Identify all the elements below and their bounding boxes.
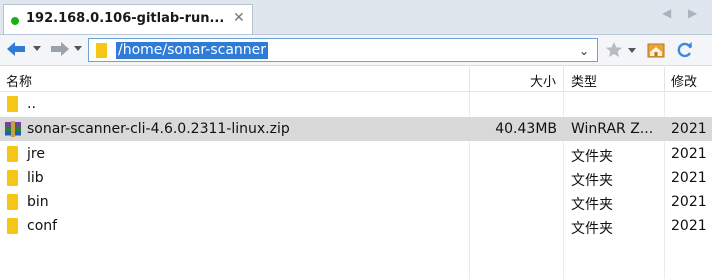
address-toolbar: /home/sonar-scanner ⌄	[0, 35, 712, 66]
address-field[interactable]: /home/sonar-scanner ⌄	[88, 38, 598, 62]
tab-prev-icon[interactable]: ◀	[662, 6, 671, 20]
file-modified: 2021	[671, 218, 707, 234]
connection-status-icon	[11, 17, 19, 25]
list-item-zip-file[interactable]: sonar-scanner-cli-4.6.0.2311-linux.zip 4…	[0, 117, 712, 141]
list-item-bin[interactable]: bin 文件夹 2021	[0, 190, 712, 214]
file-name: conf	[27, 218, 58, 234]
list-item-jre[interactable]: jre 文件夹 2021	[0, 142, 712, 166]
file-type: 文件夹	[571, 149, 613, 165]
file-name: bin	[27, 194, 49, 210]
file-modified: 2021	[671, 146, 707, 162]
address-input[interactable]: /home/sonar-scanner	[116, 42, 269, 59]
file-type: WinRAR Z...	[571, 121, 654, 137]
forward-button[interactable]	[49, 38, 85, 60]
back-button[interactable]	[5, 38, 43, 60]
tab-bar: 192.168.0.106-gitlab-run... ✕ ◀ ▶	[0, 0, 712, 35]
file-name: ..	[27, 96, 36, 112]
file-type: 文件夹	[571, 221, 613, 237]
folder-icon	[7, 194, 18, 210]
column-divider[interactable]	[469, 67, 470, 91]
file-type: 文件夹	[571, 173, 613, 189]
file-modified: 2021	[671, 194, 707, 210]
forward-arrow-icon	[51, 42, 69, 56]
column-header-name[interactable]: 名称	[6, 71, 32, 90]
winrar-archive-icon	[5, 121, 21, 137]
file-modified: 2021	[671, 121, 707, 137]
list-item-lib[interactable]: lib 文件夹 2021	[0, 166, 712, 190]
file-type: 文件夹	[571, 197, 613, 213]
tab-title: 192.168.0.106-gitlab-run...	[26, 11, 225, 26]
folder-icon	[96, 43, 107, 58]
file-name: jre	[27, 146, 45, 162]
close-icon[interactable]: ✕	[233, 10, 245, 26]
back-dropdown-icon	[33, 46, 41, 51]
column-divider[interactable]	[664, 67, 665, 91]
column-header-type[interactable]: 类型	[571, 71, 597, 90]
chevron-down-icon[interactable]: ⌄	[579, 44, 589, 58]
column-divider[interactable]	[563, 67, 564, 91]
column-header-row: 名称 大小 类型 修改	[0, 67, 712, 92]
folder-icon	[7, 146, 18, 162]
file-modified: 2021	[671, 170, 707, 186]
folder-icon	[7, 218, 18, 234]
back-arrow-icon	[7, 42, 25, 56]
home-icon[interactable]	[646, 40, 666, 60]
file-name: lib	[27, 170, 44, 186]
list-item-conf[interactable]: conf 文件夹 2021	[0, 214, 712, 238]
tab-next-icon[interactable]: ▶	[688, 6, 697, 20]
folder-icon	[7, 96, 18, 112]
folder-icon	[7, 170, 18, 186]
column-header-size[interactable]: 大小	[530, 71, 556, 90]
bookmark-dropdown-icon[interactable]	[628, 48, 636, 53]
star-icon[interactable]	[604, 40, 624, 60]
file-name: sonar-scanner-cli-4.6.0.2311-linux.zip	[27, 121, 290, 137]
column-header-modified[interactable]: 修改	[671, 71, 697, 90]
refresh-icon[interactable]	[675, 40, 695, 60]
list-item-parent-dir[interactable]: ..	[0, 92, 712, 116]
file-size: 40.43MB	[495, 121, 557, 137]
forward-dropdown-icon	[74, 46, 82, 51]
file-list: .. sonar-scanner-cli-4.6.0.2311-linux.zi…	[0, 92, 712, 279]
session-tab[interactable]: 192.168.0.106-gitlab-run... ✕	[3, 4, 253, 34]
